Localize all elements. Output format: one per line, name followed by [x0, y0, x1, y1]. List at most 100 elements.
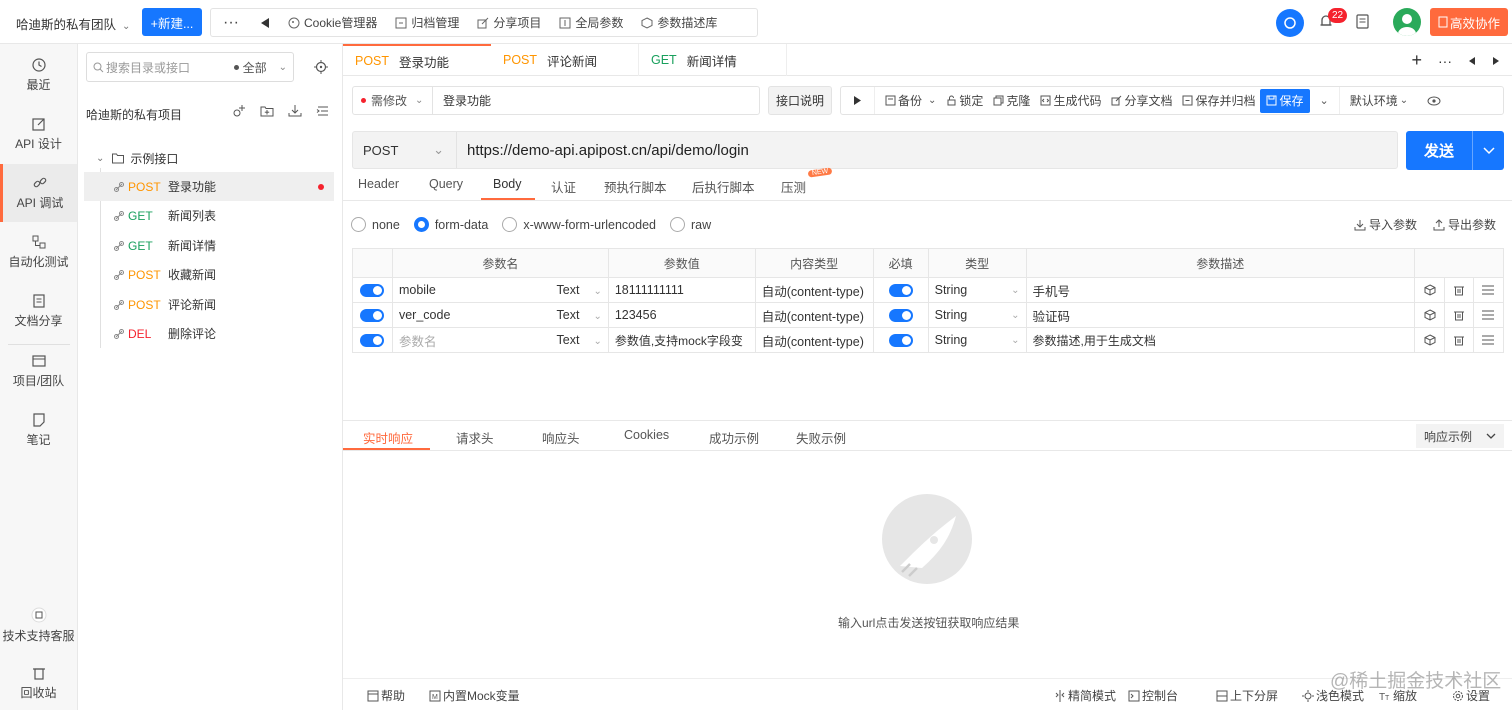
- plus-icon[interactable]: +: [1411, 50, 1422, 71]
- tab-login[interactable]: POST 登录功能: [343, 44, 491, 76]
- content-type-input[interactable]: 自动(content-type): [754, 327, 874, 353]
- radio-none[interactable]: none: [351, 217, 400, 232]
- method-select[interactable]: POST ⌄: [353, 132, 457, 168]
- status-select[interactable]: 需修改 ⌄: [353, 87, 433, 114]
- import-params-button[interactable]: 导入参数: [1354, 216, 1417, 233]
- send-button[interactable]: 发送: [1406, 131, 1504, 170]
- save-menu-button[interactable]: ⌄: [1310, 87, 1340, 114]
- param-name-input[interactable]: mobile: [399, 283, 436, 297]
- type-select[interactable]: String ⌄: [927, 327, 1027, 353]
- param-value-input[interactable]: 18111111111: [607, 277, 756, 303]
- nav-api-debug[interactable]: API 调试: [0, 164, 77, 222]
- enable-toggle[interactable]: [360, 309, 385, 323]
- save-button[interactable]: 保存: [1260, 88, 1310, 113]
- tab-realtime-response[interactable]: 实时响应: [363, 428, 413, 447]
- tree-item[interactable]: POST 评论新闻: [84, 290, 334, 319]
- document-icon[interactable]: [1356, 14, 1369, 29]
- type-select[interactable]: String ⌄: [927, 277, 1027, 303]
- param-desc-input[interactable]: 验证码: [1025, 302, 1416, 328]
- sync-button[interactable]: [1276, 9, 1304, 37]
- team-selector[interactable]: 哈迪斯的私有团队 ⌄: [16, 14, 130, 33]
- eye-icon[interactable]: [1413, 87, 1446, 114]
- tab-news-detail[interactable]: GET 新闻详情: [639, 44, 787, 76]
- sort-icon[interactable]: [316, 104, 330, 118]
- new-button[interactable]: +新建...: [142, 8, 202, 36]
- nav-project-team[interactable]: 项目/团队: [0, 342, 77, 400]
- collaboration-button[interactable]: 高效协作: [1430, 8, 1508, 36]
- delete-icon[interactable]: [1443, 302, 1474, 328]
- global-params-button[interactable]: 全局参数: [550, 9, 632, 36]
- required-toggle[interactable]: [888, 284, 913, 298]
- locate-icon[interactable]: [314, 60, 328, 74]
- api-description-button[interactable]: 接口说明: [768, 86, 832, 115]
- tree-item[interactable]: POST 登录功能: [84, 172, 334, 201]
- radio-form-data[interactable]: form-data: [413, 217, 488, 232]
- tab-cookies[interactable]: Cookies: [624, 428, 669, 442]
- drag-handle-icon[interactable]: [1472, 327, 1505, 353]
- drag-handle-icon[interactable]: [1472, 277, 1505, 303]
- more-button[interactable]: ···: [211, 9, 251, 36]
- radio-urlencoded[interactable]: x-www-form-urlencoded: [502, 217, 656, 232]
- tree-item[interactable]: GET 新闻详情: [84, 231, 334, 260]
- tab-post-script[interactable]: 后执行脚本: [692, 177, 755, 196]
- param-name-input[interactable]: ver_code: [399, 308, 450, 322]
- download-icon[interactable]: [288, 104, 302, 118]
- tab-query[interactable]: Query: [429, 177, 463, 191]
- param-kind-select[interactable]: Text ⌄: [557, 308, 602, 322]
- content-type-input[interactable]: 自动(content-type): [754, 277, 874, 303]
- tab-header[interactable]: Header: [358, 177, 399, 191]
- environment-select[interactable]: 默认环境 ⌄: [1340, 87, 1413, 114]
- help-button[interactable]: 帮助: [367, 687, 405, 704]
- param-desc-input[interactable]: 参数描述,用于生成文档: [1025, 327, 1416, 353]
- enable-toggle[interactable]: [360, 284, 385, 298]
- tab-prev-icon[interactable]: [1468, 56, 1476, 66]
- drag-handle-icon[interactable]: [1472, 302, 1505, 328]
- avatar[interactable]: [1393, 8, 1421, 36]
- tab-failure-example[interactable]: 失败示例: [796, 428, 846, 447]
- nav-doc-share[interactable]: 文档分享: [0, 282, 77, 340]
- add-folder-icon[interactable]: [260, 104, 274, 118]
- tree-item[interactable]: POST 收藏新闻: [84, 260, 334, 289]
- param-value-input[interactable]: 123456: [607, 302, 756, 328]
- cube-icon[interactable]: [1414, 302, 1445, 328]
- tree-item[interactable]: DEL 删除评论: [84, 319, 334, 348]
- tab-next-icon[interactable]: [1492, 56, 1500, 66]
- filter-select[interactable]: 全部 ⌄: [233, 59, 287, 76]
- param-desc-input[interactable]: 手机号: [1025, 277, 1416, 303]
- type-select[interactable]: String ⌄: [927, 302, 1027, 328]
- collapse-left-button[interactable]: [251, 9, 279, 36]
- generate-code-button[interactable]: 生成代码: [1035, 87, 1106, 114]
- save-archive-button[interactable]: 保存并归档: [1177, 87, 1260, 114]
- nav-notes[interactable]: 笔记: [0, 401, 77, 459]
- tab-success-example[interactable]: 成功示例: [709, 428, 759, 447]
- tab-request-headers[interactable]: 请求头: [456, 428, 494, 447]
- content-type-input[interactable]: 自动(content-type): [754, 302, 874, 328]
- nav-support[interactable]: 技术支持客服: [0, 596, 77, 654]
- cookie-manager-button[interactable]: Cookie管理器: [279, 9, 386, 36]
- param-name-input[interactable]: 参数名: [399, 331, 437, 350]
- cube-icon[interactable]: [1414, 277, 1445, 303]
- cube-icon[interactable]: [1414, 327, 1445, 353]
- console-button[interactable]: 控制台: [1128, 687, 1178, 704]
- tab-load-test[interactable]: 压测: [781, 177, 806, 196]
- tab-response-headers[interactable]: 响应头: [542, 428, 580, 447]
- share-doc-button[interactable]: 分享文档: [1106, 87, 1177, 114]
- delete-icon[interactable]: [1443, 327, 1474, 353]
- folder-item[interactable]: ⌄ 示例接口: [96, 150, 178, 167]
- param-desc-library-button[interactable]: 参数描述库: [632, 9, 726, 36]
- tab-comment-news[interactable]: POST 评论新闻: [491, 44, 639, 76]
- radio-raw[interactable]: raw: [670, 217, 711, 232]
- param-kind-select[interactable]: Text ⌄: [557, 283, 602, 297]
- split-button[interactable]: 上下分屏: [1216, 687, 1278, 704]
- add-api-icon[interactable]: [232, 104, 246, 118]
- tab-body[interactable]: Body: [493, 177, 522, 191]
- archive-button[interactable]: 归档管理: [386, 9, 468, 36]
- clone-button[interactable]: 克隆: [988, 87, 1035, 114]
- url-input[interactable]: https://demo-api.apipost.cn/api/demo/log…: [457, 142, 749, 159]
- delete-icon[interactable]: [1443, 277, 1474, 303]
- more-icon[interactable]: ···: [1438, 53, 1452, 69]
- search-input[interactable]: 搜索目录或接口: [106, 59, 190, 76]
- required-toggle[interactable]: [888, 334, 913, 348]
- tab-pre-script[interactable]: 预执行脚本: [604, 177, 667, 196]
- nav-trash[interactable]: 回收站: [0, 654, 77, 710]
